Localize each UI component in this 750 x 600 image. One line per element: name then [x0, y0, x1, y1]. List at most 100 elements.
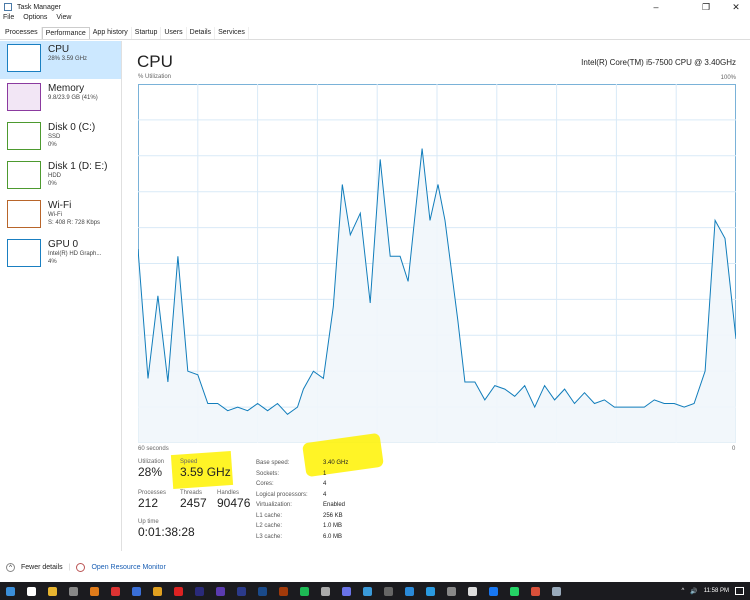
tab-services[interactable]: Services: [215, 27, 249, 39]
sidebar-item-detail: Intel(R) HD Graph...: [48, 251, 102, 257]
tab-processes[interactable]: Processes: [2, 27, 42, 39]
footer: ^ Fewer details | Open Resource Monitor: [6, 563, 166, 572]
app-blue2-icon[interactable]: [405, 586, 414, 596]
y-axis-max: 100%: [720, 75, 736, 81]
store-icon[interactable]: [69, 586, 78, 596]
taskbar: ^ 🔊 11:58 PM: [0, 582, 750, 600]
sidebar-item-name: Memory: [48, 83, 85, 94]
sidebar-thumbnail-graph: [7, 83, 41, 111]
sidebar-item-detail-2: S: 408 R: 728 Kbps: [48, 220, 101, 226]
detail-row: Logical processors: 4: [256, 490, 348, 501]
app-red-icon[interactable]: [111, 586, 120, 596]
menu-bar: File Options View: [3, 14, 71, 21]
sidebar-item-name: GPU 0: [48, 239, 79, 250]
threads-value: 2457: [180, 496, 207, 510]
spotify-icon[interactable]: [300, 586, 309, 596]
utilization-value: 28%: [138, 465, 163, 479]
app-box-icon[interactable]: [468, 586, 477, 596]
window-title: Task Manager: [17, 3, 61, 11]
minimize-button[interactable]: –: [642, 0, 670, 14]
premiere-icon[interactable]: [195, 586, 204, 596]
open-resource-monitor-link[interactable]: Open Resource Monitor: [91, 564, 165, 571]
tab-performance[interactable]: Performance: [41, 27, 90, 39]
chrome-2-icon[interactable]: [531, 586, 540, 596]
handles-value: 90476: [217, 496, 251, 510]
detail-row: Base speed: 3.40 GHz: [256, 458, 348, 469]
sidebar-thumbnail-graph: [7, 44, 41, 72]
detail-value: 4: [323, 481, 327, 487]
media-encoder-icon[interactable]: [237, 586, 246, 596]
tab-users[interactable]: Users: [161, 27, 187, 39]
notifications-icon[interactable]: [735, 587, 744, 595]
sidebar-thumbnail-graph: [7, 122, 41, 150]
detail-key: L2 cache:: [256, 523, 283, 529]
photoshop-icon[interactable]: [258, 586, 267, 596]
task-manager-icon[interactable]: [552, 586, 561, 596]
detail-key: L3 cache:: [256, 533, 283, 540]
detail-key: Sockets:: [256, 470, 280, 477]
chevron-up-icon[interactable]: ^: [6, 563, 15, 572]
app-blue3-icon[interactable]: [426, 586, 435, 596]
sidebar-item-cpu[interactable]: CPU 28% 3.59 GHz: [0, 41, 121, 79]
steam-icon[interactable]: [321, 586, 330, 596]
detail-key: Logical processors:: [256, 491, 308, 498]
vlc-icon[interactable]: [90, 586, 99, 596]
detail-value: 3.40 GHz: [323, 460, 349, 466]
clock[interactable]: 11:58 PM: [704, 588, 729, 594]
github-icon[interactable]: [447, 586, 456, 596]
after-effects-icon[interactable]: [216, 586, 225, 596]
menu-options[interactable]: Options: [23, 14, 47, 21]
sidebar-thumbnail-graph: [7, 200, 41, 228]
cpu-details: Base speed: 3.40 GHz Sockets: 1 Cores: 4 Logic…: [256, 458, 348, 542]
sidebar-item-detail: Wi-Fi: [48, 212, 62, 218]
chrome-icon[interactable]: [153, 586, 162, 596]
illustrator-icon[interactable]: [279, 586, 288, 596]
detail-key: L1 cache:: [256, 512, 283, 519]
menu-file[interactable]: File: [3, 14, 14, 21]
discord-icon[interactable]: [342, 586, 351, 596]
menu-view[interactable]: View: [56, 14, 71, 21]
system-tray: ^ 🔊 11:58 PM: [681, 582, 744, 600]
uptime-value: 0:01:38:28: [138, 525, 195, 539]
sidebar-item-gpu-0[interactable]: GPU 0 Intel(R) HD Graph... 4%: [0, 236, 121, 274]
y-axis-label: % Utilization: [138, 74, 172, 80]
detail-key: Base speed:: [256, 460, 290, 466]
fewer-details-link[interactable]: Fewer details: [21, 564, 63, 571]
app-generic-icon[interactable]: [384, 586, 393, 596]
app-circle-icon[interactable]: [363, 586, 372, 596]
processes-value: 212: [138, 496, 159, 510]
sidebar-item-disk-1-d-e[interactable]: Disk 1 (D: E:) HDD 0%: [0, 158, 121, 196]
sidebar-item-detail: HDD: [48, 173, 61, 179]
sidebar-item-memory[interactable]: Memory 9.8/23.9 GB (41%): [0, 80, 121, 118]
file-explorer-icon[interactable]: [48, 586, 57, 596]
tray-overflow-icon[interactable]: ^: [681, 588, 684, 594]
detail-row: L3 cache: 6.0 MB: [256, 532, 348, 543]
windows-start-icon[interactable]: [6, 586, 15, 596]
app-blue-icon[interactable]: [132, 586, 141, 596]
detail-row: Cores: 4: [256, 479, 348, 490]
maximize-button[interactable]: ❐: [692, 0, 720, 14]
detail-value: Enabled: [323, 502, 346, 508]
opera-icon[interactable]: [174, 586, 183, 596]
detail-value: 256 KB: [323, 512, 343, 519]
detail-value: 4: [323, 491, 327, 498]
search-icon[interactable]: [27, 586, 36, 596]
x-axis-label: 60 seconds: [138, 446, 169, 452]
close-button[interactable]: ✕: [722, 0, 750, 14]
sidebar-item-wi-fi[interactable]: Wi-Fi Wi-Fi S: 408 R: 728 Kbps: [0, 197, 121, 235]
tab-startup[interactable]: Startup: [132, 27, 162, 39]
volume-icon[interactable]: 🔊: [690, 588, 697, 595]
sidebar-item-detail-2: 0%: [48, 142, 57, 148]
whatsapp-icon[interactable]: [510, 586, 519, 596]
detail-value: 1.0 MB: [323, 523, 343, 529]
sidebar-item-detail: 9.8/23.9 GB (41%): [48, 95, 98, 101]
facebook-icon[interactable]: [489, 586, 498, 596]
sidebar-item-detail: SSD: [48, 134, 61, 140]
sidebar-item-disk-0-c[interactable]: Disk 0 (C:) SSD 0%: [0, 119, 121, 157]
sidebar-item-name: Wi-Fi: [48, 200, 72, 211]
tab-app-history[interactable]: App history: [90, 27, 132, 39]
detail-row: L1 cache: 256 KB: [256, 511, 348, 522]
tab-details[interactable]: Details: [187, 27, 216, 39]
task-manager-icon: [4, 3, 12, 11]
detail-row: Sockets: 1: [256, 469, 348, 480]
